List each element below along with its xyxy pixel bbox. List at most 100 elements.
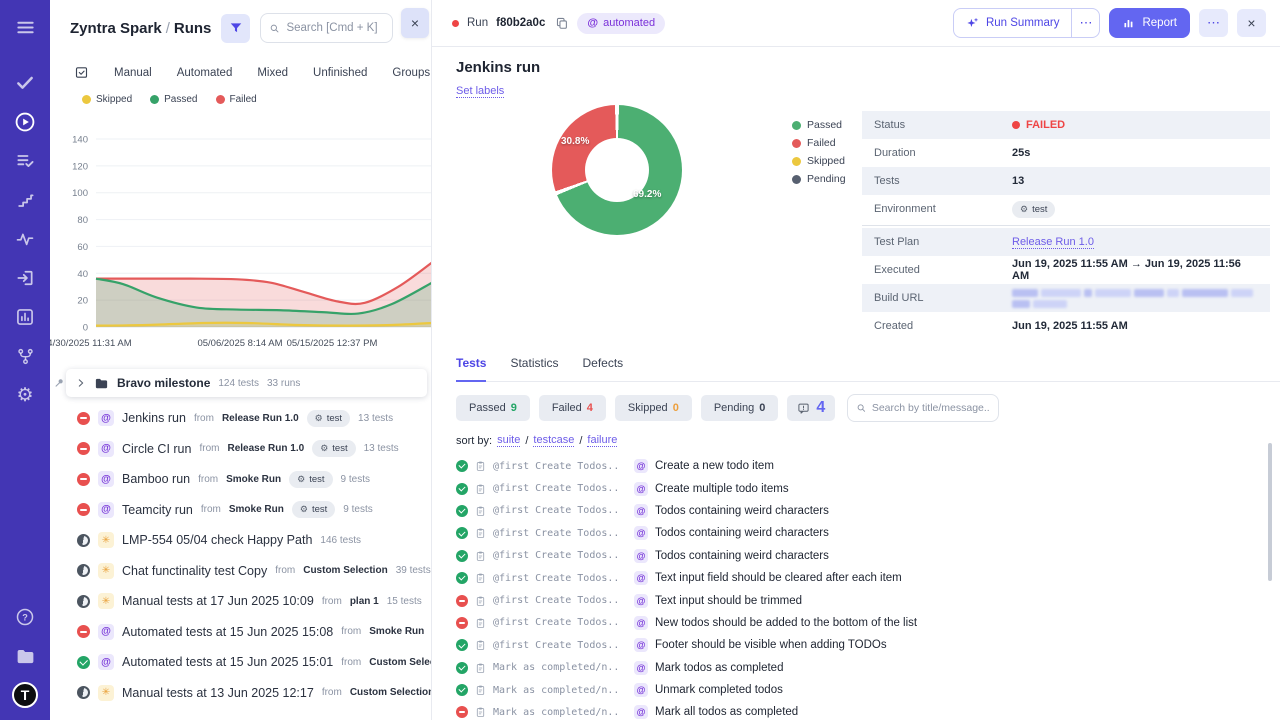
filter-skipped[interactable]: Skipped0 xyxy=(615,395,692,421)
test-title[interactable]: Text input should be trimmed xyxy=(655,595,802,607)
sort-failure-link[interactable]: failure xyxy=(587,434,617,447)
run-title[interactable]: Automated tests at 15 Jun 2025 15:01 xyxy=(122,655,333,669)
test-list-item[interactable]: Mark as completed/n...Unmark completed t… xyxy=(456,679,1280,701)
app-logo[interactable]: T xyxy=(8,680,42,710)
runs-play-icon[interactable] xyxy=(8,107,42,137)
run-title[interactable]: Teamcity run xyxy=(122,503,193,517)
report-button[interactable]: Report xyxy=(1109,8,1190,38)
test-suite-name[interactable]: @first Create Todos... xyxy=(493,528,621,539)
run-title[interactable]: Manual tests at 13 Jun 2025 12:17 xyxy=(122,686,314,700)
steps-icon[interactable] xyxy=(8,185,42,215)
tab-automated[interactable]: Automated xyxy=(177,67,233,79)
test-title[interactable]: Mark all todos as completed xyxy=(655,706,798,718)
test-title[interactable]: Create multiple todo items xyxy=(655,483,789,495)
menu-icon[interactable] xyxy=(8,12,42,42)
runs-search[interactable] xyxy=(260,13,393,43)
run-list-item[interactable]: Automated tests at 15 Jun 2025 15:01from… xyxy=(50,647,431,678)
run-title[interactable]: Jenkins run xyxy=(122,411,186,425)
donut-legend-failed[interactable]: Failed xyxy=(792,137,846,149)
filter-pending[interactable]: Pending0 xyxy=(701,395,779,421)
test-title[interactable]: Create a new todo item xyxy=(655,460,774,472)
filter-passed[interactable]: Passed9 xyxy=(456,395,530,421)
reports-icon[interactable] xyxy=(8,302,42,332)
run-title[interactable]: LMP-554 05/04 check Happy Path xyxy=(122,533,312,547)
test-suite-name[interactable]: @first Create Todos... xyxy=(493,573,621,584)
test-suite-name[interactable]: @first Create Todos... xyxy=(493,617,621,628)
help-icon[interactable]: ? xyxy=(8,602,42,632)
test-suite-name[interactable]: @first Create Todos... xyxy=(493,505,621,516)
run-title[interactable]: Manual tests at 17 Jun 2025 10:09 xyxy=(122,594,314,608)
run-list-item[interactable]: Jenkins runfromRelease Run 1.0⚙test13 te… xyxy=(50,403,431,434)
breadcrumb-project[interactable]: Zyntra Spark xyxy=(70,20,162,37)
settings-gear-icon[interactable]: ⚙ xyxy=(8,380,42,410)
test-list-item[interactable]: Mark as completed/n... Mark all todos as … xyxy=(456,701,1280,720)
test-list-item[interactable]: @first Create Todos... Todos containing w… xyxy=(456,545,1280,567)
sort-suite-link[interactable]: suite xyxy=(497,434,520,447)
run-summary-more-button[interactable]: ⋯ xyxy=(1071,9,1099,37)
test-list-item[interactable]: @first Create Todos... Footer should be v… xyxy=(456,634,1280,656)
set-labels-link[interactable]: Set labels xyxy=(456,85,504,98)
test-suite-name[interactable]: @first Create Todos... xyxy=(493,640,621,651)
donut-legend-skipped[interactable]: Skipped xyxy=(792,155,846,167)
run-list-item[interactable]: Teamcity runfromSmoke Run⚙test9 tests xyxy=(50,495,431,526)
test-suite-name[interactable]: Mark as completed/n... xyxy=(493,707,621,718)
test-list-item[interactable]: @first Create Todos... Create multiple to… xyxy=(456,477,1280,499)
test-title[interactable]: Footer should be visible when adding TOD… xyxy=(655,639,887,651)
filter-failed[interactable]: Failed4 xyxy=(539,395,606,421)
run-list-item[interactable]: Circle CI runfromRelease Run 1.0⚙test13 … xyxy=(50,434,431,465)
test-title[interactable]: New todos should be added to the bottom … xyxy=(655,617,917,629)
run-list-item[interactable]: Automated tests at 15 Jun 2025 15:08from… xyxy=(50,617,431,648)
test-list-item[interactable]: @first Create Todos...Todos containing w… xyxy=(456,522,1280,544)
copy-run-id-button[interactable] xyxy=(555,16,569,30)
test-suite-name[interactable]: Mark as completed/n... xyxy=(493,662,621,673)
test-suite-name[interactable]: @first Create Todos... xyxy=(493,461,621,472)
run-list-item[interactable]: Chat functinality test CopyfromCustom Se… xyxy=(50,556,431,587)
test-list-item[interactable]: @first Create Todos... Create a new todo … xyxy=(456,455,1280,477)
run-summary-button[interactable]: Run Summary xyxy=(954,9,1072,37)
donut-legend-pending[interactable]: Pending xyxy=(792,173,846,185)
projects-folder-icon[interactable] xyxy=(8,641,42,671)
tab-groups[interactable]: Groups xyxy=(392,67,430,79)
run-title[interactable]: Automated tests at 15 Jun 2025 15:08 xyxy=(122,625,333,639)
tab-statistics[interactable]: Statistics xyxy=(510,356,558,381)
tab-manual[interactable]: Manual xyxy=(114,67,152,79)
run-title[interactable]: Circle CI run xyxy=(122,442,191,456)
more-actions-button[interactable]: ⋯ xyxy=(1199,9,1228,37)
tests-search-input[interactable] xyxy=(872,402,990,414)
runs-search-input[interactable] xyxy=(286,22,384,34)
run-list-item[interactable]: LMP-554 05/04 check Happy Path⚙146 tests xyxy=(50,525,431,556)
legend-skipped[interactable]: Skipped xyxy=(82,94,132,105)
test-suite-name[interactable]: @first Create Todos... xyxy=(493,483,621,494)
run-list-item[interactable]: Manual tests at 17 Jun 2025 10:09frompla… xyxy=(50,586,431,617)
filter-comments[interactable]: 4 xyxy=(787,395,835,421)
test-suite-name[interactable]: @first Create Todos... xyxy=(493,595,621,606)
run-list-item[interactable]: Manual tests at 13 Jun 2025 12:17fromCus… xyxy=(50,678,431,709)
run-list-item[interactable]: Bamboo runfromSmoke Run⚙test9 tests xyxy=(50,464,431,495)
branches-icon[interactable] xyxy=(8,341,42,371)
test-title[interactable]: Todos containing weird characters xyxy=(655,550,829,562)
tab-unfinished[interactable]: Unfinished xyxy=(313,67,367,79)
test-list-item[interactable]: Mark as completed/n...Mark todos as comp… xyxy=(456,657,1280,679)
pulse-icon[interactable] xyxy=(8,224,42,254)
sort-testcase-link[interactable]: testcase xyxy=(533,434,574,447)
run-title[interactable]: Chat functinality test Copy xyxy=(122,564,267,578)
test-title[interactable]: Text input field should be cleared after… xyxy=(655,572,902,584)
import-icon[interactable] xyxy=(8,263,42,293)
close-panel-button[interactable]: × xyxy=(401,8,429,38)
tests-search[interactable] xyxy=(847,394,999,422)
tests-check-icon[interactable] xyxy=(8,68,42,98)
tab-tests[interactable]: Tests xyxy=(456,356,486,382)
select-runs-icon[interactable] xyxy=(74,65,89,80)
test-title[interactable]: Todos containing weird characters xyxy=(655,505,829,517)
legend-passed[interactable]: Passed xyxy=(150,94,197,105)
tab-mixed[interactable]: Mixed xyxy=(257,67,288,79)
legend-failed[interactable]: Failed xyxy=(216,94,257,105)
test-list-item[interactable]: @first Create Todos... Text input should … xyxy=(456,589,1280,611)
close-run-button[interactable]: × xyxy=(1237,9,1266,37)
filter-button[interactable] xyxy=(221,14,250,43)
test-list-item[interactable]: @first Create Todos... New todos should b… xyxy=(456,612,1280,634)
test-list-item[interactable]: @first Create Todos... Text input field s… xyxy=(456,567,1280,589)
test-suite-name[interactable]: @first Create Todos... xyxy=(493,550,621,561)
tab-defects[interactable]: Defects xyxy=(582,356,623,381)
test-plan-link[interactable]: Release Run 1.0 xyxy=(1012,236,1094,249)
